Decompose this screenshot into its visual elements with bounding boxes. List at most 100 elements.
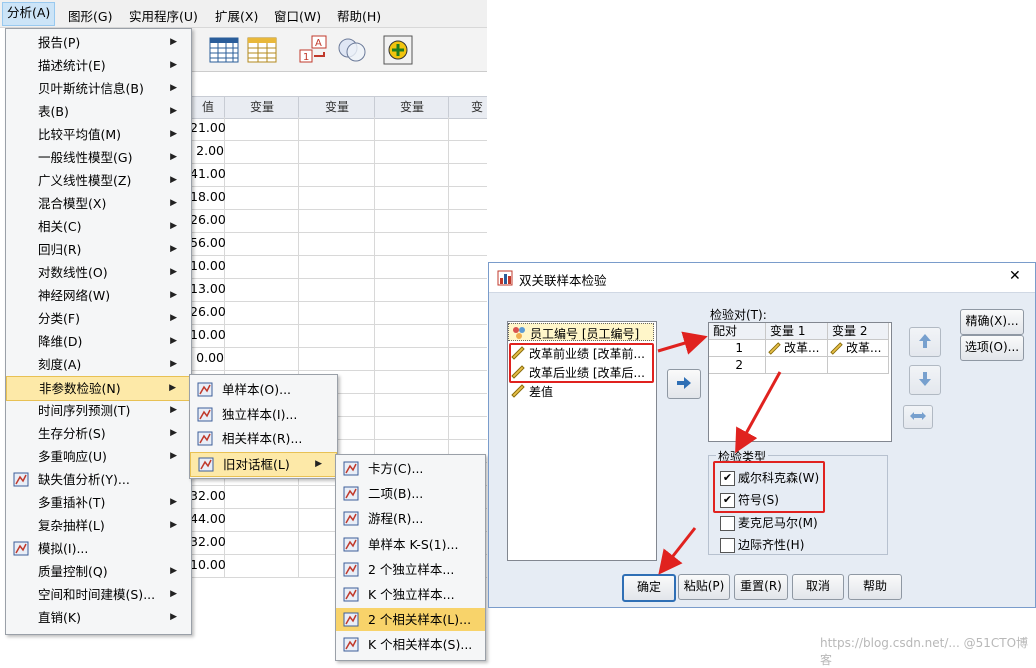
table-cell[interactable] xyxy=(448,416,487,440)
table-cell[interactable] xyxy=(298,117,375,141)
legacy-menu-item[interactable]: 2 个相关样本(L)... xyxy=(336,608,485,632)
analyze-menu-item[interactable]: 多重响应(U) ▶ xyxy=(6,445,191,468)
analyze-menu-item[interactable]: 贝叶斯统计信息(B) ▶ xyxy=(6,77,191,100)
table-cell[interactable] xyxy=(374,163,449,187)
analyze-menu-item[interactable]: 降维(D) ▶ xyxy=(6,330,191,353)
column-header[interactable]: 变量 xyxy=(224,96,300,119)
table-cell[interactable] xyxy=(374,117,449,141)
column-header[interactable]: 值 xyxy=(190,96,226,119)
analyze-menu-item[interactable]: 时间序列预测(T) ▶ xyxy=(6,399,191,422)
pair-var1-cell[interactable]: 改革... xyxy=(766,340,828,357)
table-cell[interactable] xyxy=(224,209,299,233)
table-cell[interactable] xyxy=(298,232,375,256)
table-cell[interactable] xyxy=(224,255,299,279)
analyze-menu-item[interactable]: 复杂抽样(L) ▶ xyxy=(6,514,191,537)
nonparametric-menu-item[interactable]: 相关样本(R)... xyxy=(190,427,337,450)
table-cell[interactable] xyxy=(448,232,487,256)
table-cell[interactable] xyxy=(224,531,299,555)
table-cell[interactable] xyxy=(448,209,487,233)
value-labels-icon[interactable]: A 1 xyxy=(298,34,330,66)
column-header[interactable]: 变 xyxy=(448,96,487,119)
analyze-menu-item[interactable]: 多重插补(T) ▶ xyxy=(6,491,191,514)
menu-window[interactable]: 窗口(W) xyxy=(274,6,321,25)
table-cell[interactable] xyxy=(374,370,449,394)
table-cell[interactable] xyxy=(448,278,487,302)
table-cell[interactable] xyxy=(448,163,487,187)
legacy-menu-item[interactable]: K 个相关样本(S)... xyxy=(336,633,485,656)
table-cell[interactable] xyxy=(298,140,375,164)
paste-button[interactable]: 粘贴(P) xyxy=(678,574,730,600)
table-cell[interactable] xyxy=(224,301,299,325)
ok-button[interactable]: 确定 xyxy=(622,574,676,602)
table-cell[interactable] xyxy=(374,278,449,302)
table-cell[interactable]: 18.00 xyxy=(190,186,226,210)
add-icon[interactable] xyxy=(382,34,414,66)
analyze-menu-item[interactable]: 描述统计(E) ▶ xyxy=(6,54,191,77)
menu-utilities[interactable]: 实用程序(U) xyxy=(129,6,198,25)
table-cell[interactable] xyxy=(448,324,487,348)
table-cell[interactable] xyxy=(374,324,449,348)
table-cell[interactable] xyxy=(298,347,375,371)
table-cell[interactable] xyxy=(448,347,487,371)
variable-grid-icon[interactable] xyxy=(246,34,278,66)
menu-analyze[interactable]: 分析(A) xyxy=(2,2,56,26)
table-cell[interactable] xyxy=(298,324,375,348)
table-cell[interactable] xyxy=(448,117,487,141)
table-cell[interactable] xyxy=(374,232,449,256)
table-cell[interactable] xyxy=(224,508,299,532)
test-pairs-table[interactable]: 配对 变量 1 变量 2 1 改革... 改革... 2 xyxy=(708,322,892,442)
table-cell[interactable]: 56.00 xyxy=(190,232,226,256)
nonparametric-menu-item[interactable]: 独立样本(I)... xyxy=(190,403,337,426)
column-header[interactable]: 变量 xyxy=(374,96,450,119)
table-cell[interactable] xyxy=(298,186,375,210)
pair-var2-cell[interactable]: 改革... xyxy=(828,340,889,357)
analyze-menu-item[interactable]: 空间和时间建模(S)... ▶ xyxy=(6,583,191,606)
analyze-menu-item[interactable]: 表(B) ▶ xyxy=(6,100,191,123)
swap-button[interactable] xyxy=(903,405,933,429)
table-cell[interactable] xyxy=(374,393,449,417)
menu-extensions[interactable]: 扩展(X) xyxy=(215,6,258,25)
analyze-menu-item[interactable]: 直销(K) ▶ xyxy=(6,606,191,629)
mcnemar-checkbox[interactable] xyxy=(720,516,735,531)
table-cell[interactable] xyxy=(224,232,299,256)
legacy-menu-item[interactable]: 卡方(C)... xyxy=(336,457,485,480)
table-cell[interactable] xyxy=(448,255,487,279)
table-cell[interactable]: 26.00 xyxy=(190,209,226,233)
table-cell[interactable] xyxy=(374,416,449,440)
table-cell[interactable] xyxy=(298,301,375,325)
list-item-selected[interactable]: 员工编号 [员工编号] xyxy=(508,323,654,341)
list-item[interactable]: 差值 xyxy=(508,382,654,400)
table-cell[interactable]: 10.00 xyxy=(190,255,226,279)
analyze-menu-item[interactable]: 比较平均值(M) ▶ xyxy=(6,123,191,146)
column-header[interactable]: 变量 xyxy=(298,96,376,119)
table-cell[interactable] xyxy=(374,209,449,233)
table-cell[interactable]: 32.00 xyxy=(190,485,226,509)
table-cell[interactable] xyxy=(224,485,299,509)
table-cell[interactable] xyxy=(224,554,299,578)
analyze-menu-item[interactable]: 一般线性模型(G) ▶ xyxy=(6,146,191,169)
table-cell[interactable] xyxy=(298,278,375,302)
help-button[interactable]: 帮助 xyxy=(848,574,902,600)
pair-var1-cell[interactable] xyxy=(766,357,828,374)
table-cell[interactable]: 44.00 xyxy=(190,508,226,532)
table-cell[interactable] xyxy=(374,186,449,210)
analyze-menu-item[interactable]: 神经网络(W) ▶ xyxy=(6,284,191,307)
table-cell[interactable]: 32.00 xyxy=(190,531,226,555)
legacy-menu-item[interactable]: 单样本 K-S(1)... xyxy=(336,533,485,556)
analyze-menu-item[interactable]: 分类(F) ▶ xyxy=(6,307,191,330)
table-cell[interactable]: 10.00 xyxy=(190,324,226,348)
analyze-menu-item[interactable]: 广义线性模型(Z) ▶ xyxy=(6,169,191,192)
marginal-homogeneity-checkbox[interactable] xyxy=(720,538,735,553)
table-cell[interactable] xyxy=(224,278,299,302)
table-cell[interactable] xyxy=(448,393,487,417)
move-to-pairs-button[interactable] xyxy=(667,369,701,399)
table-cell[interactable] xyxy=(448,186,487,210)
move-up-button[interactable] xyxy=(909,327,941,357)
exact-button[interactable]: 精确(X)... xyxy=(960,309,1024,335)
table-cell[interactable] xyxy=(224,347,299,371)
table-cell[interactable] xyxy=(224,163,299,187)
table-cell[interactable] xyxy=(224,186,299,210)
close-icon[interactable]: ✕ xyxy=(1009,268,1021,284)
analyze-menu-item[interactable]: 回归(R) ▶ xyxy=(6,238,191,261)
table-cell[interactable] xyxy=(374,301,449,325)
